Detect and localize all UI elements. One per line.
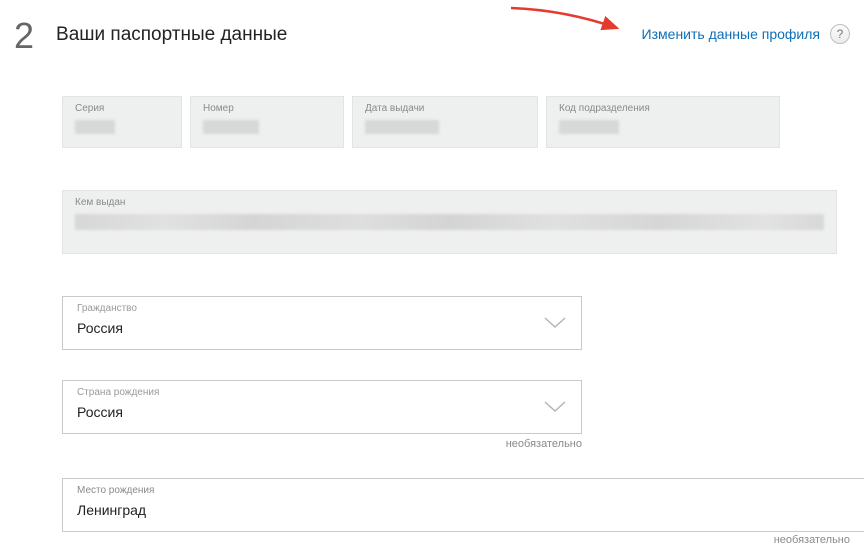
change-profile-link[interactable]: Изменить данные профиля	[642, 26, 820, 42]
dept-code-field: Код подразделения	[546, 96, 780, 148]
form-content: Серия Номер Дата выдачи Код подразделени…	[14, 96, 850, 532]
issued-by-value-redacted	[75, 214, 824, 230]
series-label: Серия	[75, 103, 169, 114]
help-button[interactable]: ?	[830, 24, 850, 44]
chevron-down-icon	[543, 316, 567, 330]
number-label: Номер	[203, 103, 331, 114]
birth-country-optional: необязательно	[62, 438, 582, 450]
citizenship-label: Гражданство	[77, 303, 567, 314]
section-title: Ваши паспортные данные	[56, 18, 287, 46]
birth-place-label: Место рождения	[77, 485, 851, 496]
series-field: Серия	[62, 96, 182, 148]
step-number: 2	[14, 18, 34, 54]
birth-country-group: Страна рождения Россия необязательно	[62, 380, 850, 450]
birth-place-value: Ленинград	[77, 502, 851, 518]
birth-place-input[interactable]: Место рождения Ленинград	[62, 478, 864, 532]
birth-country-select[interactable]: Страна рождения Россия	[62, 380, 582, 434]
birth-country-value: Россия	[77, 404, 567, 420]
dept-code-label: Код подразделения	[559, 103, 767, 114]
birth-country-label: Страна рождения	[77, 387, 567, 398]
section-header: 2 Ваши паспортные данные Изменить данные…	[14, 18, 850, 54]
issue-date-field: Дата выдачи	[352, 96, 538, 148]
chevron-down-icon	[543, 400, 567, 414]
citizenship-select[interactable]: Гражданство Россия	[62, 296, 582, 350]
number-value-redacted	[203, 120, 259, 134]
citizenship-group: Гражданство Россия	[62, 296, 850, 350]
issue-date-label: Дата выдачи	[365, 103, 525, 114]
header-right: Изменить данные профиля ?	[642, 18, 850, 44]
number-field: Номер	[190, 96, 344, 148]
issued-by-field: Кем выдан	[62, 190, 837, 254]
birth-place-group: Место рождения Ленинград	[62, 478, 850, 532]
dept-code-value-redacted	[559, 120, 619, 134]
passport-row: Серия Номер Дата выдачи Код подразделени…	[62, 96, 850, 148]
header-left: 2 Ваши паспортные данные	[14, 18, 287, 54]
birth-place-optional: необязательно	[14, 534, 850, 546]
issued-by-label: Кем выдан	[75, 197, 824, 208]
citizenship-value: Россия	[77, 320, 567, 336]
issue-date-value-redacted	[365, 120, 439, 134]
series-value-redacted	[75, 120, 115, 134]
issued-by-row: Кем выдан	[62, 190, 850, 254]
